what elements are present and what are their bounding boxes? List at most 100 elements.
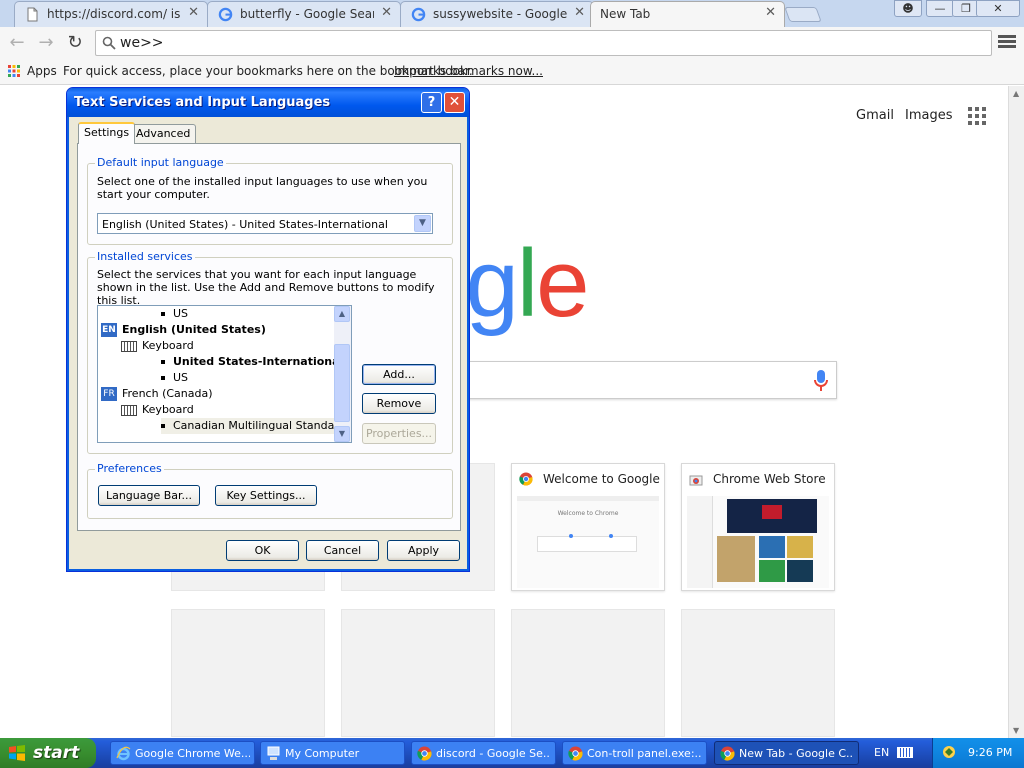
taskbar-item-control-panel[interactable]: Con-troll panel.exe:... — [562, 741, 707, 765]
language-indicator[interactable]: EN — [874, 746, 889, 759]
taskbar-item-ie[interactable]: Google Chrome We... — [110, 741, 255, 765]
windows-logo-icon — [9, 745, 25, 761]
tree-item-label: US — [173, 307, 189, 320]
most-visited-tile[interactable] — [681, 609, 835, 737]
tab-discord[interactable]: https://discord.com/ is not a ✕ — [14, 1, 208, 27]
tab-close-icon[interactable]: ✕ — [381, 6, 392, 20]
key-settings-button[interactable]: Key Settings... — [215, 485, 317, 506]
tab-label: New Tab — [600, 7, 651, 21]
tab-strip: https://discord.com/ is not a ✕ butterfl… — [0, 0, 1024, 27]
tab-advanced[interactable]: Advanced — [130, 124, 197, 143]
tree-item-category[interactable]: Keyboard — [121, 338, 194, 354]
properties-button[interactable]: Properties... — [362, 423, 436, 444]
tab-sussywebsite[interactable]: sussywebsite - Google Search ✕ — [400, 1, 594, 27]
address-bar-text: we>> — [120, 35, 164, 51]
google-apps-icon[interactable] — [968, 107, 986, 125]
dialog-title-bar[interactable]: Text Services and Input Languages ? ✕ — [67, 88, 469, 117]
scroll-down-arrow-icon[interactable]: ▼ — [334, 426, 350, 442]
taskbar-item-my-computer[interactable]: My Computer — [260, 741, 405, 765]
profile-icon[interactable]: ☻ — [894, 0, 922, 17]
tile-chrome-web-store[interactable]: Chrome Web Store — [681, 463, 835, 591]
chevron-down-icon[interactable]: ▼ — [414, 215, 431, 232]
language-badge-icon: FR — [101, 387, 117, 401]
images-link[interactable]: Images — [905, 108, 953, 123]
address-bar[interactable]: we>> — [95, 30, 992, 56]
tree-item-language[interactable]: FR French (Canada) — [101, 386, 213, 402]
taskbar-item-label: Con-troll panel.exe:... — [587, 747, 702, 760]
most-visited-tile[interactable] — [341, 609, 495, 737]
tab-settings[interactable]: Settings — [78, 122, 136, 144]
tree-item-category[interactable]: Keyboard — [121, 402, 194, 418]
default-language-description: Select one of the installed input langua… — [97, 175, 428, 201]
scroll-up-arrow-icon[interactable]: ▲ — [1013, 89, 1019, 98]
forward-arrow-icon[interactable]: → — [35, 33, 57, 53]
most-visited-tile[interactable] — [511, 609, 665, 737]
scroll-down-arrow-icon[interactable]: ▼ — [1013, 726, 1019, 735]
window-close-button[interactable]: ✕ — [976, 0, 1020, 17]
taskbar-item-new-tab[interactable]: New Tab - Google C... — [714, 741, 859, 765]
tab-close-icon[interactable]: ✕ — [188, 6, 199, 20]
apps-grid-icon[interactable] — [8, 65, 20, 77]
dialog-body: Settings Advanced Default input language… — [71, 117, 467, 569]
reload-icon[interactable]: ↻ — [64, 33, 86, 53]
help-button[interactable]: ? — [421, 92, 442, 113]
installed-services-description: Select the services that you want for ea… — [97, 268, 435, 307]
tab-butterfly[interactable]: butterfly - Google Search ✕ — [207, 1, 401, 27]
group-title: Installed services — [95, 250, 195, 263]
scroll-thumb[interactable] — [334, 344, 350, 422]
tree-item-language[interactable]: EN English (United States) — [101, 322, 266, 338]
taskbar-item-label: Google Chrome We... — [135, 747, 250, 760]
chrome-icon — [519, 472, 533, 486]
tab-close-icon[interactable]: ✕ — [765, 6, 776, 20]
tile-thumbnail — [687, 496, 829, 588]
tree-scrollbar[interactable]: ▲ ▼ — [334, 306, 351, 442]
chrome-web-store-icon — [689, 475, 703, 486]
tree-item-label: United States-International — [173, 355, 344, 368]
tile-welcome-to-chrome[interactable]: Welcome to Google Chrome Welcome to Chro… — [511, 463, 665, 591]
apply-button[interactable]: Apply — [387, 540, 460, 561]
language-bar-button[interactable]: Language Bar... — [98, 485, 200, 506]
network-icon[interactable] — [942, 745, 956, 759]
tree-item-layout[interactable]: United States-International — [161, 354, 343, 370]
keyboard-icon — [121, 340, 137, 352]
import-bookmarks-link[interactable]: Import bookmarks now... — [394, 64, 543, 78]
back-arrow-icon[interactable]: ← — [6, 33, 28, 53]
page-scrollbar[interactable]: ▲ ▼ — [1008, 86, 1024, 738]
taskbar-item-discord-search[interactable]: discord - Google Se... — [411, 741, 556, 765]
installed-services-group: Installed services Select the services t… — [87, 250, 453, 454]
new-tab-button[interactable] — [784, 7, 822, 22]
tab-new-tab[interactable]: New Tab ✕ — [590, 1, 785, 27]
keyboard-icon — [121, 404, 137, 416]
installed-services-tree[interactable]: US EN English (United States) Keyboard Un… — [97, 305, 352, 443]
ok-button[interactable]: OK — [226, 540, 299, 561]
gmail-link[interactable]: Gmail — [856, 108, 894, 123]
browser-toolbar: ← → ↻ we>> — [0, 27, 1024, 59]
cancel-button[interactable]: Cancel — [306, 540, 379, 561]
dialog-title: Text Services and Input Languages — [74, 95, 331, 110]
apps-label[interactable]: Apps — [27, 64, 57, 78]
microphone-icon[interactable] — [814, 370, 828, 392]
tab-close-icon[interactable]: ✕ — [574, 6, 585, 20]
text-services-dialog: Text Services and Input Languages ? ✕ Se… — [66, 87, 470, 572]
start-label: start — [33, 743, 80, 763]
tree-item-layout[interactable]: US — [161, 370, 188, 386]
start-button[interactable]: start — [0, 738, 96, 768]
add-button[interactable]: Add... — [362, 364, 436, 385]
tree-item-layout[interactable]: US — [161, 306, 188, 322]
most-visited-tile[interactable] — [171, 609, 325, 737]
tree-item-label: French (Canada) — [122, 387, 213, 400]
tile-title: Welcome to Google Chrome — [543, 472, 660, 486]
bullet-icon — [161, 424, 165, 428]
keyboard-icon[interactable] — [897, 747, 913, 758]
tree-item-label: Canadian Multilingual Standard — [173, 419, 346, 432]
dialog-close-button[interactable]: ✕ — [444, 92, 465, 113]
taskbar: start Google Chrome We... My Computer di… — [0, 738, 1024, 768]
tree-item-layout[interactable]: Canadian Multilingual Standard — [161, 418, 350, 434]
menu-icon[interactable] — [998, 33, 1016, 51]
default-language-select[interactable]: English (United States) - United States-… — [97, 213, 433, 234]
search-icon — [102, 36, 116, 50]
scroll-up-arrow-icon[interactable]: ▲ — [334, 306, 350, 322]
remove-button[interactable]: Remove — [362, 393, 436, 414]
minimize-button[interactable]: — — [926, 0, 954, 17]
settings-panel: Default input language Select one of the… — [77, 143, 461, 531]
